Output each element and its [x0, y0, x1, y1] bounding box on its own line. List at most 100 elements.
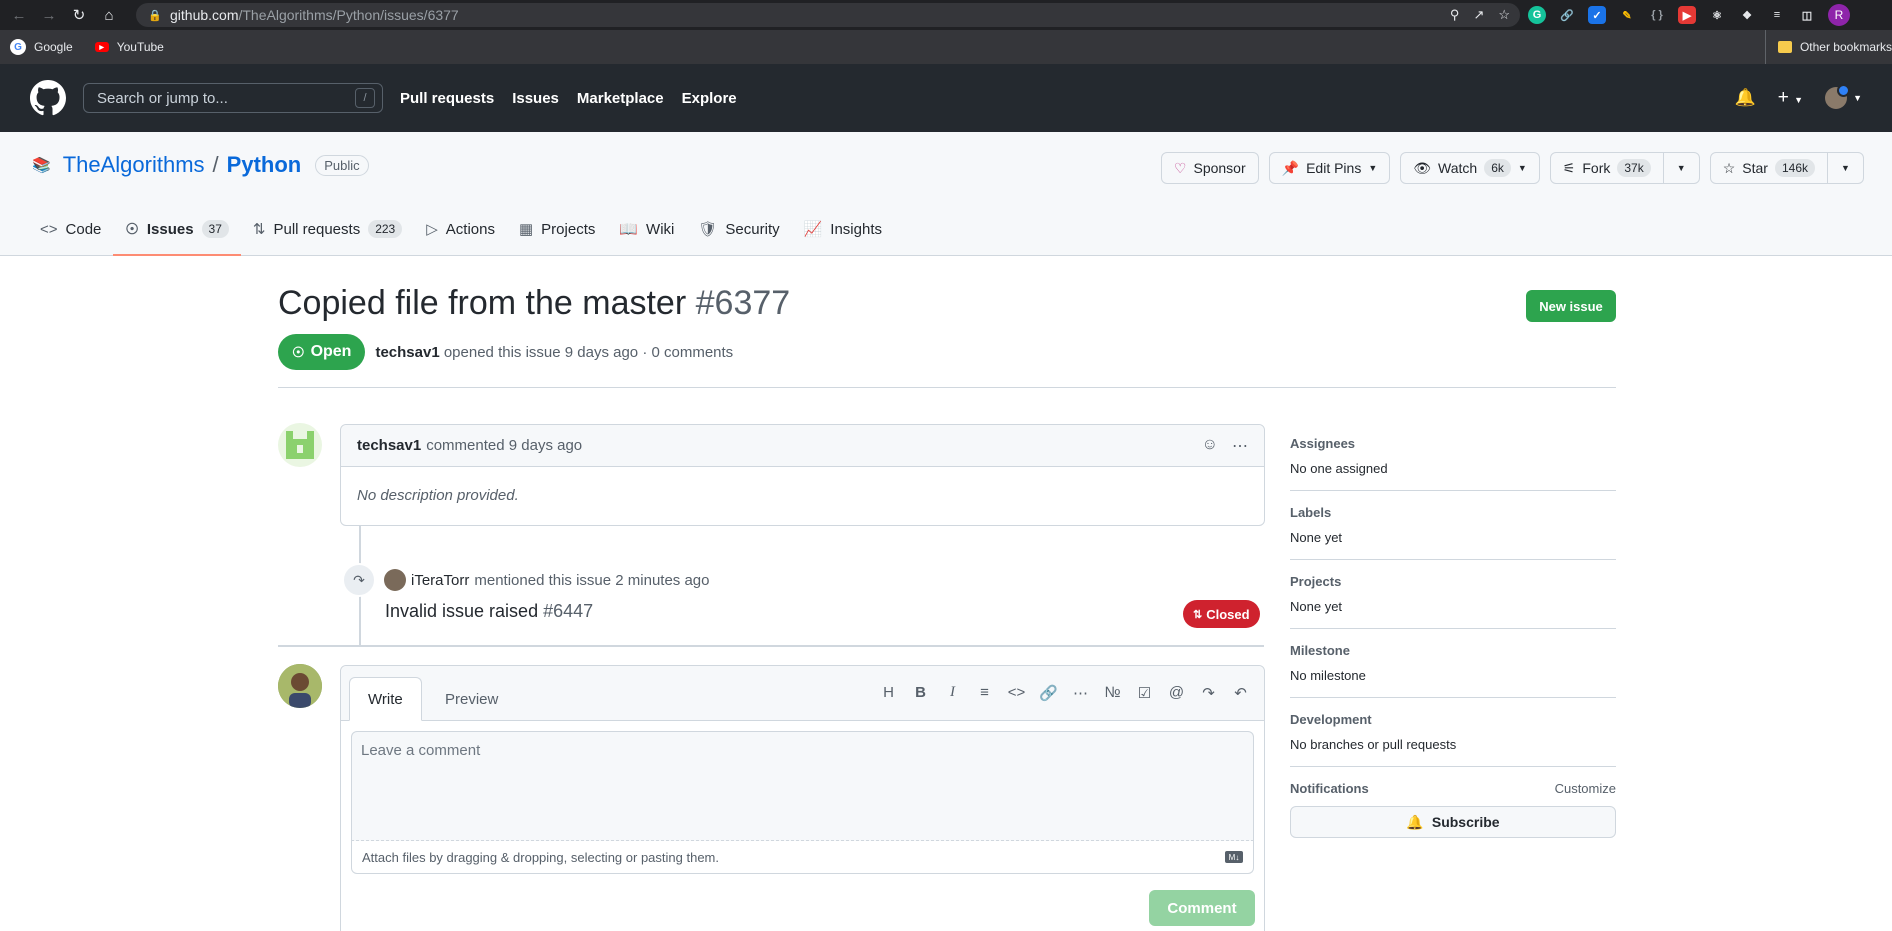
notifications-bell-icon[interactable]: 🔔 [1735, 88, 1756, 108]
home-icon[interactable]: ⌂ [96, 2, 122, 28]
mention-icon[interactable]: @ [1167, 684, 1186, 702]
bookmark-star-icon[interactable]: ☆ [1498, 7, 1510, 23]
star-dropdown[interactable]: ▼ [1827, 153, 1863, 183]
table-icon: ▦ [518, 221, 534, 238]
nav-explore[interactable]: Explore [682, 90, 737, 107]
address-bar[interactable]: 🔒 github.com/TheAlgorithms/Python/issues… [136, 3, 1520, 27]
numbered-list-icon[interactable]: № [1103, 684, 1122, 702]
search-input[interactable]: Search or jump to... / [83, 83, 383, 113]
grammarly-icon[interactable]: G [1528, 6, 1546, 24]
issue-number: #6377 [695, 284, 791, 322]
header-divider [278, 387, 1616, 388]
assignees-heading[interactable]: Assignees [1290, 436, 1616, 451]
comment-editor: Write Preview H B I ≡ <> 🔗 ⋯ № ☑ @ ↷ ↶ L… [340, 665, 1265, 931]
tab-pull-requests[interactable]: ⇅ Pull requests 223 [241, 203, 414, 255]
react-devtools-icon[interactable]: ⚛ [1708, 6, 1726, 24]
chevron-down-icon: ▼ [1517, 163, 1527, 173]
star-button[interactable]: ☆ Star 146k ▼ [1709, 152, 1864, 184]
extensions-puzzle-icon[interactable]: ❖ [1738, 6, 1756, 24]
new-issue-button[interactable]: New issue [1526, 290, 1616, 322]
assignees-value: No one assigned [1290, 461, 1388, 476]
tab-wiki[interactable]: 📖 Wiki [607, 203, 686, 255]
forward-arrow-icon[interactable]: → [36, 2, 62, 28]
sponsor-button[interactable]: ♡ Sponsor [1160, 152, 1259, 184]
heading-icon[interactable]: H [879, 684, 898, 702]
checkbox-extension-icon[interactable]: ✓ [1588, 6, 1606, 24]
nav-pull-requests[interactable]: Pull requests [400, 90, 494, 107]
labels-heading[interactable]: Labels [1290, 505, 1616, 520]
edit-pins-button[interactable]: 📌 Edit Pins ▼ [1268, 152, 1391, 184]
tab-write[interactable]: Write [349, 677, 422, 721]
customize-link[interactable]: Customize [1555, 781, 1616, 796]
video-extension-icon[interactable]: ▶ [1678, 6, 1696, 24]
star-count: 146k [1774, 159, 1815, 177]
milestone-heading[interactable]: Milestone [1290, 643, 1616, 658]
reading-list-icon[interactable]: ≡ [1768, 6, 1786, 24]
markdown-toolbar: H B I ≡ <> 🔗 ⋯ № ☑ @ ↷ ↶ [879, 684, 1250, 702]
repo-owner-link[interactable]: TheAlgorithms [63, 152, 205, 178]
avatar[interactable] [384, 569, 406, 591]
highlighter-icon[interactable]: ✎ [1618, 6, 1636, 24]
tab-issues[interactable]: ☉ Issues 37 [113, 203, 241, 256]
book-icon: 📖 [619, 221, 639, 238]
fork-dropdown[interactable]: ▼ [1662, 153, 1699, 183]
cross-reference-icon[interactable]: ↷ [1199, 684, 1218, 702]
repo-name-link[interactable]: Python [227, 152, 302, 178]
kebab-menu-icon[interactable]: ⋯ [1232, 436, 1248, 456]
fork-button[interactable]: ⚟ Fork 37k ▼ [1549, 152, 1700, 184]
comment-author-link[interactable]: techsav1 [357, 437, 421, 454]
current-user-avatar[interactable] [278, 664, 322, 708]
editor-header: Write Preview H B I ≡ <> 🔗 ⋯ № ☑ @ ↷ ↶ [341, 666, 1264, 721]
reload-icon[interactable]: ↻ [66, 2, 92, 28]
nav-marketplace[interactable]: Marketplace [577, 90, 664, 107]
tab-preview[interactable]: Preview [427, 677, 516, 721]
json-extension-icon[interactable]: { } [1648, 6, 1666, 24]
create-new-button[interactable]: + ▼ [1778, 87, 1803, 109]
comment-timestamp[interactable]: commented 9 days ago [426, 437, 582, 454]
tab-code[interactable]: <> Code [28, 203, 113, 255]
task-list-icon[interactable]: ☑ [1135, 684, 1154, 702]
bulleted-list-icon[interactable]: ⋯ [1071, 684, 1090, 702]
projects-heading[interactable]: Projects [1290, 574, 1616, 589]
other-bookmarks[interactable]: Other bookmarks [1764, 30, 1892, 64]
saved-replies-icon[interactable]: ↶ [1231, 684, 1250, 702]
issue-author-link[interactable]: techsav1 [375, 344, 439, 361]
bookmark-youtube[interactable]: ▶ YouTube [94, 40, 164, 54]
bold-icon[interactable]: B [911, 684, 930, 702]
zoom-icon[interactable]: ⚲ [1450, 7, 1460, 23]
subscribe-button[interactable]: 🔔 Subscribe [1290, 806, 1616, 838]
tab-projects[interactable]: ▦ Projects [507, 203, 607, 255]
italic-icon[interactable]: I [943, 684, 962, 702]
side-panel-icon[interactable]: ◫ [1798, 6, 1816, 24]
nav-issues[interactable]: Issues [512, 90, 559, 107]
development-heading[interactable]: Development [1290, 712, 1616, 727]
repo-icon: 📚 [32, 157, 51, 174]
author-avatar[interactable] [278, 423, 322, 467]
mention-user-link[interactable]: iTeraTorr [411, 572, 469, 589]
watch-button[interactable]: 👁 Watch 6k ▼ [1400, 152, 1540, 184]
link-icon[interactable]: 🔗 [1039, 684, 1058, 702]
link-extension-icon[interactable]: 🔗 [1558, 6, 1576, 24]
sidebar-projects: Projects None yet [1290, 574, 1616, 629]
tab-security[interactable]: 🛡 Security [686, 203, 791, 255]
comment-submit-button[interactable]: Comment [1149, 890, 1255, 926]
comment-textarea[interactable]: Leave a comment [351, 731, 1254, 841]
back-arrow-icon[interactable]: ← [6, 2, 32, 28]
code-icon[interactable]: <> [1007, 684, 1026, 702]
share-icon[interactable]: ↗ [1473, 7, 1484, 23]
tab-actions[interactable]: ▷ Actions [414, 203, 507, 255]
issue-opened-icon: ☉ [292, 343, 305, 360]
attach-files-area[interactable]: Attach files by dragging & dropping, sel… [351, 841, 1254, 874]
bookmark-google[interactable]: G Google [10, 39, 73, 55]
smiley-icon[interactable]: ☺ [1202, 436, 1218, 456]
eye-icon: 👁 [1413, 159, 1432, 176]
notifications-heading: Notifications Customize [1290, 781, 1616, 796]
tab-insights[interactable]: 📈 Insights [792, 203, 894, 255]
referenced-issue-link[interactable]: Invalid issue raised #6447 [385, 601, 593, 622]
development-value: No branches or pull requests [1290, 737, 1457, 752]
quote-icon[interactable]: ≡ [975, 684, 994, 702]
user-menu[interactable]: ▼ [1825, 84, 1862, 109]
markdown-icon[interactable]: M↓ [1225, 851, 1243, 863]
profile-avatar[interactable]: R [1828, 4, 1850, 26]
github-logo-icon[interactable] [30, 80, 66, 116]
